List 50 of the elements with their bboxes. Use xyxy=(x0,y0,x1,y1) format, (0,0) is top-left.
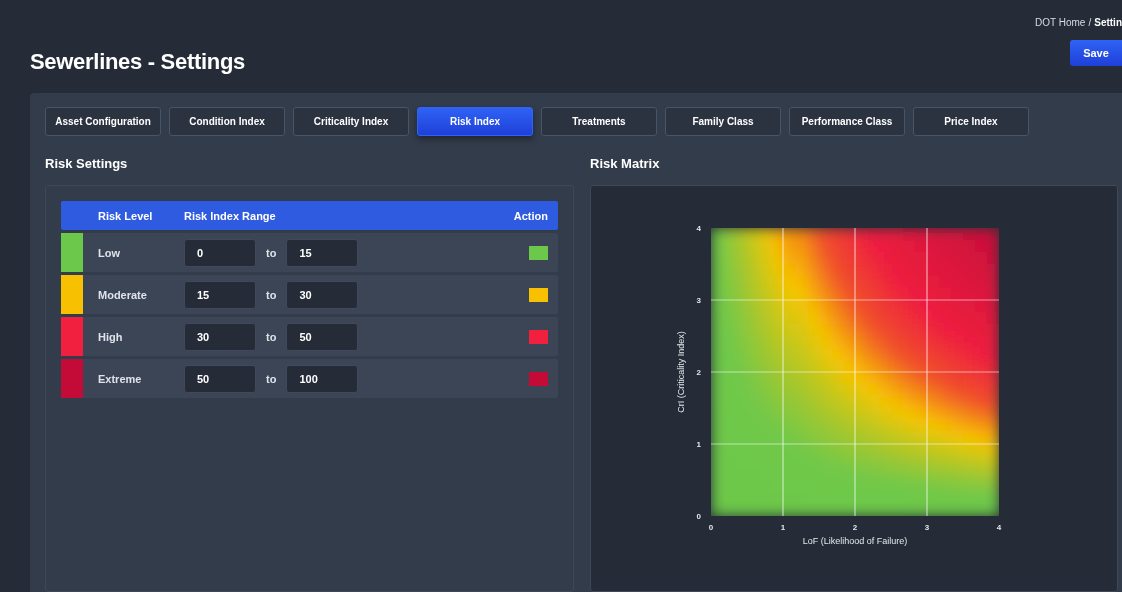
tab[interactable]: Performance Class xyxy=(789,107,905,136)
tab[interactable]: Price Index xyxy=(913,107,1029,136)
color-swatch[interactable] xyxy=(529,245,548,260)
tab[interactable]: Condition Index xyxy=(169,107,285,136)
x-tick-label: 4 xyxy=(996,523,1002,532)
color-swatch[interactable] xyxy=(529,329,548,344)
range-joiner: to xyxy=(266,246,277,259)
tab[interactable]: Criticality Index xyxy=(293,107,409,136)
section-title: Risk Settings xyxy=(45,156,129,171)
y-axis-label: CrI (Criticality Index) xyxy=(676,331,686,413)
range-to-field[interactable]: 50 xyxy=(286,322,359,351)
risk-level: Low xyxy=(98,246,121,259)
y-tick-label: 4 xyxy=(696,224,701,233)
tab[interactable]: Family Class xyxy=(665,107,781,136)
save-button[interactable]: Save xyxy=(1070,40,1122,66)
x-axis-label: LoF (Likelihood of Failure) xyxy=(802,536,908,546)
section-title: Risk Matrix xyxy=(590,156,661,171)
tab[interactable]: Asset Configuration xyxy=(45,107,161,136)
page-title: Sewerlines - Settings xyxy=(30,49,245,75)
x-tick-label: 3 xyxy=(924,523,930,532)
y-tick-label: 0 xyxy=(696,512,701,521)
range-joiner: to xyxy=(266,330,277,343)
breadcrumb-link[interactable]: DOT Home xyxy=(1035,17,1086,28)
color-swatch[interactable] xyxy=(529,371,548,386)
range-to-field[interactable]: 15 xyxy=(286,238,359,267)
range-joiner: to xyxy=(266,372,277,385)
range-joiner: to xyxy=(266,288,277,301)
range-to-field[interactable]: 100 xyxy=(286,364,359,393)
y-tick-label: 2 xyxy=(696,368,701,377)
tab[interactable]: Risk Index xyxy=(417,107,533,136)
risk-level: Extreme xyxy=(98,372,143,385)
breadcrumb-separator: / xyxy=(1088,17,1092,28)
column-header: Risk Index Range xyxy=(184,209,277,222)
range-from-field[interactable]: 30 xyxy=(184,322,256,351)
risk-level: Moderate xyxy=(98,288,148,301)
range-from-field[interactable]: 15 xyxy=(184,280,256,309)
tab[interactable]: Treatments xyxy=(541,107,657,136)
column-header: Action xyxy=(513,209,548,222)
y-tick-label: 1 xyxy=(696,440,701,449)
range-from-field[interactable]: 0 xyxy=(184,238,256,267)
x-tick-label: 1 xyxy=(780,523,786,532)
x-tick-label: 0 xyxy=(708,523,714,532)
range-from-field[interactable]: 50 xyxy=(184,364,256,393)
risk-level: High xyxy=(98,330,124,343)
x-tick-label: 2 xyxy=(852,523,858,532)
column-header: Risk Level xyxy=(98,209,154,222)
range-to-field[interactable]: 30 xyxy=(286,280,359,309)
y-tick-label: 3 xyxy=(696,296,701,305)
breadcrumb-current: Settin xyxy=(1094,17,1122,28)
color-swatch[interactable] xyxy=(529,287,548,302)
